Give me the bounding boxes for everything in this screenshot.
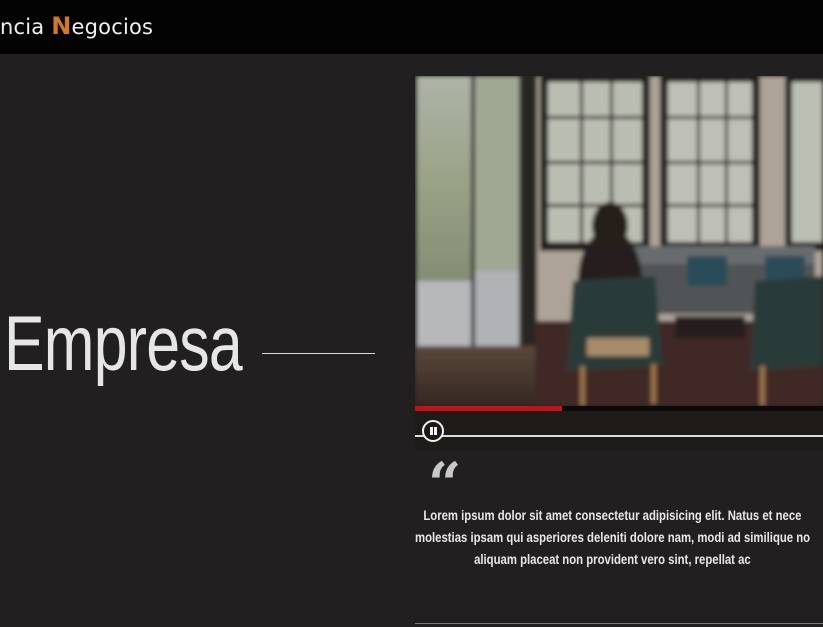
brand-prefix: ncia (0, 15, 52, 39)
pause-icon[interactable] (422, 420, 444, 442)
video-frame (415, 76, 823, 406)
top-navbar: ncia Negocios (0, 0, 823, 54)
testimonial-line: molestias ipsam qui asperiores deleniti … (415, 530, 811, 545)
section-title: Empresa (4, 299, 243, 387)
testimonial-text: Lorem ipsum dolor sit amet consectetur a… (415, 505, 810, 571)
video-player[interactable] (415, 76, 823, 451)
testimonial-line: aliquam placeat non provident vero sint,… (474, 552, 751, 567)
video-controls (415, 411, 823, 451)
brand-accent-letter: N (51, 12, 72, 40)
seek-bar[interactable] (415, 435, 823, 437)
testimonial-line: Lorem ipsum dolor sit amet consectetur a… (423, 508, 802, 523)
brand-logo[interactable]: ncia Negocios (0, 12, 153, 40)
section-divider (415, 623, 823, 624)
brand-suffix: egocios (71, 15, 154, 39)
title-divider (262, 353, 375, 354)
